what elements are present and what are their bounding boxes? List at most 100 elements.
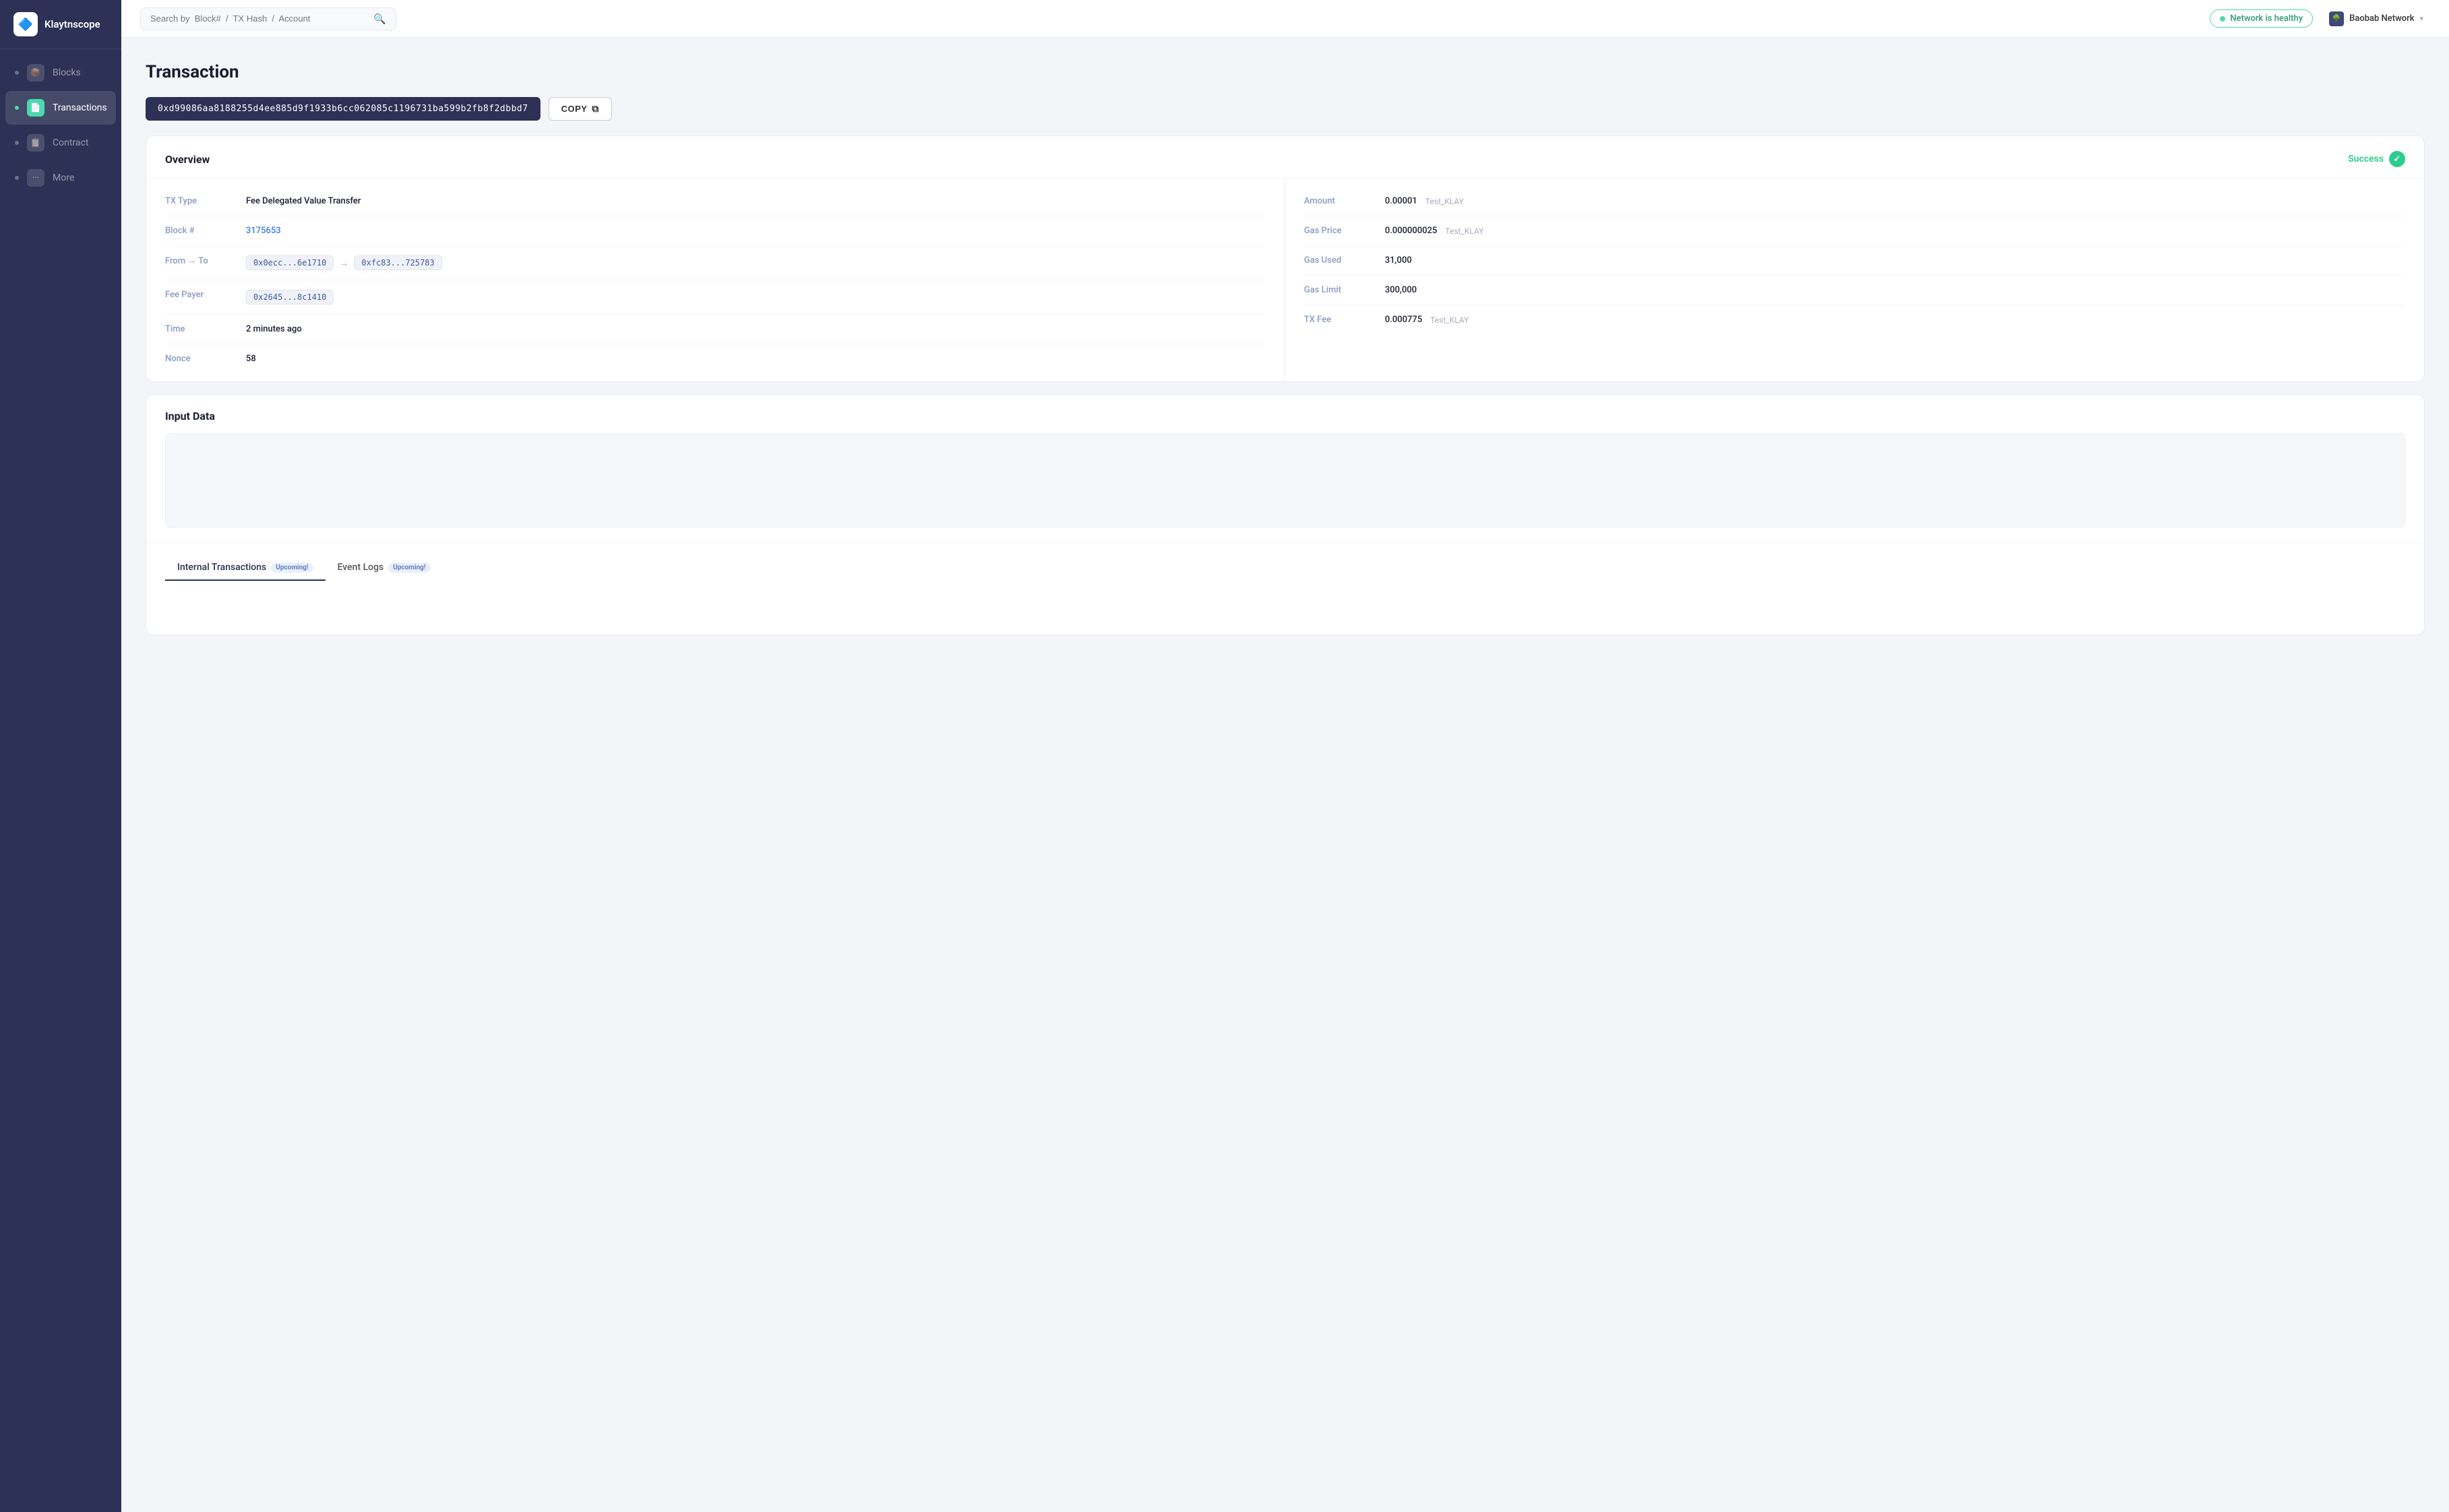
overview-card-header: Overview Success ✓ (146, 136, 2424, 178)
main-area: 🔍 Network is healthy 🌳 Baobab Network ▾ … (121, 0, 2449, 1512)
overview-card: Overview Success ✓ TX Type Fee Delegated … (146, 135, 2425, 382)
success-badge: Success ✓ (2348, 151, 2405, 167)
detail-value: 2 minutes ago (246, 324, 302, 334)
detail-value: 58 (246, 354, 256, 364)
detail-row: Gas Price 0.000000025Test_KLAY (1304, 216, 2405, 246)
tab-label-event-logs: Event Logs (338, 562, 384, 573)
nav-icon-more: ··· (27, 169, 44, 187)
detail-row: Block #3175653 (165, 216, 1266, 246)
logo-text: Klaytnscope (44, 18, 100, 30)
sidebar-item-transactions[interactable]: 📄 Transactions (5, 91, 116, 125)
detail-value: 0x0ecc...6e1710 → 0xfc83...725783 (246, 255, 442, 270)
search-icon: 🔍 (373, 13, 386, 25)
network-dot (2220, 16, 2225, 22)
detail-value: 0.00001 Test_KLAY (1385, 196, 1464, 206)
detail-row: Gas Used 31,000 (1304, 246, 2405, 276)
nav-label-transactions: Transactions (53, 102, 107, 113)
unit-label: Test_KLAY (1446, 226, 1484, 236)
input-data-header: Input Data (146, 395, 2424, 433)
upcoming-badge: Upcoming! (271, 563, 313, 573)
tab-event-logs[interactable]: Event Logs Upcoming! (326, 555, 443, 581)
detail-value: 31,000 (1385, 255, 1412, 265)
network-status-text: Network is healthy (2230, 13, 2303, 24)
unit-label: Test_KLAY (1425, 197, 1464, 206)
detail-label: From → To (165, 255, 232, 266)
page-title: Transaction (146, 62, 2425, 82)
tabs-row: Internal TransactionsUpcoming!Event Logs… (146, 542, 2424, 581)
detail-value: 300,000 (1385, 285, 1417, 295)
sidebar-item-blocks[interactable]: 📦 Blocks (5, 56, 116, 90)
detail-label: Gas Limit (1304, 285, 1371, 295)
nav-dot-more (15, 176, 19, 180)
search-bar[interactable]: 🔍 (140, 7, 396, 30)
copy-button[interactable]: COPY ⧉ (549, 97, 612, 121)
detail-label: Nonce (165, 354, 232, 364)
amount-value: 0.00001 (1385, 196, 1417, 206)
tx-hash-display: 0xd99086aa8188255d4ee885d9f1933b6cc06208… (146, 97, 540, 121)
detail-label: Fee Payer (165, 290, 232, 300)
detail-row: From → To 0x0ecc...6e1710 → 0xfc83...725783 (165, 246, 1266, 280)
logo: 🔷 Klaytnscope (0, 0, 121, 49)
nav-dot-contract (15, 141, 19, 145)
baobab-icon: 🌳 (2329, 11, 2344, 26)
nav-label-contract: Contract (53, 137, 88, 148)
search-input[interactable] (150, 13, 368, 24)
input-data-title: Input Data (165, 410, 215, 422)
detail-label: TX Type (165, 196, 232, 206)
detail-col-left: TX Type Fee Delegated Value Transfer Block… (146, 179, 1285, 381)
detail-row: Amount 0.00001 Test_KLAY (1304, 187, 2405, 216)
arrow-icon: → (339, 257, 348, 269)
amount-value: 0.000775 (1385, 315, 1422, 325)
detail-label: TX Fee (1304, 315, 1371, 325)
detail-label: Time (165, 324, 232, 334)
input-data-card: Input Data Internal Transactions Upcoming… (146, 394, 2425, 635)
unit-label: Test_KLAY (1430, 315, 1468, 325)
header-right: Network is healthy 🌳 Baobab Network ▾ (2210, 8, 2430, 30)
nav-dot-transactions (15, 106, 19, 110)
detail-row: Fee Payer 0x2645...8c1410 (165, 280, 1266, 315)
detail-label: Gas Used (1304, 255, 1371, 265)
success-label: Success (2348, 154, 2384, 164)
network-name: Baobab Network (2349, 13, 2414, 24)
page-content: Transaction 0xd99086aa8188255d4ee885d9f1… (121, 38, 2449, 1512)
from-address[interactable]: 0x0ecc...6e1710 (246, 255, 334, 270)
to-address[interactable]: 0xfc83...725783 (354, 255, 441, 270)
nav-icon-transactions: 📄 (27, 99, 44, 117)
tab-internal-transactions[interactable]: Internal Transactions Upcoming! (165, 555, 326, 581)
detail-value: 0.000775 Test_KLAY (1385, 315, 1468, 325)
success-check-icon: ✓ (2389, 151, 2405, 167)
overview-title: Overview (165, 153, 210, 166)
nav-icon-contract: 📋 (27, 134, 44, 152)
sidebar-item-more[interactable]: ··· More (5, 161, 116, 195)
sidebar-nav: 📦 Blocks 📄 Transactions 📋 Contract ··· M… (0, 56, 121, 195)
detail-value: 3175653 (246, 226, 281, 236)
copy-label: COPY (561, 104, 588, 114)
detail-row: Time 2 minutes ago (165, 315, 1266, 344)
detail-row: TX Type Fee Delegated Value Transfer (165, 187, 1266, 216)
detail-row: TX Fee 0.000775 Test_KLAY (1304, 305, 2405, 334)
detail-label: Gas Price (1304, 226, 1371, 236)
logo-icon: 🔷 (13, 12, 38, 36)
sidebar: 🔷 Klaytnscope 📦 Blocks 📄 Transactions 📋 … (0, 0, 121, 1512)
upcoming-badge: Upcoming! (388, 563, 430, 573)
network-selector[interactable]: 🌳 Baobab Network ▾ (2322, 8, 2430, 30)
hash-row: 0xd99086aa8188255d4ee885d9f1933b6cc06208… (146, 97, 2425, 121)
detail-value: 0x2645...8c1410 (246, 290, 334, 305)
nav-icon-blocks: 📦 (27, 64, 44, 82)
tabs-content (146, 581, 2424, 635)
nav-label-more: More (53, 172, 74, 183)
block-link[interactable]: 3175653 (246, 226, 281, 236)
chevron-down-icon: ▾ (2419, 14, 2423, 23)
address-tag[interactable]: 0x2645...8c1410 (246, 290, 334, 305)
detail-row: Nonce 58 (165, 344, 1266, 373)
copy-icon: ⧉ (592, 103, 599, 115)
input-data-area (165, 433, 2405, 528)
detail-value: 0.000000025Test_KLAY (1385, 226, 1484, 236)
detail-value: Fee Delegated Value Transfer (246, 196, 361, 206)
nav-label-blocks: Blocks (53, 67, 81, 78)
nav-dot-blocks (15, 71, 19, 75)
detail-label: Amount (1304, 196, 1371, 206)
detail-grid: TX Type Fee Delegated Value Transfer Block… (146, 178, 2424, 381)
sidebar-item-contract[interactable]: 📋 Contract (5, 126, 116, 160)
tab-label-internal-transactions: Internal Transactions (177, 562, 266, 573)
